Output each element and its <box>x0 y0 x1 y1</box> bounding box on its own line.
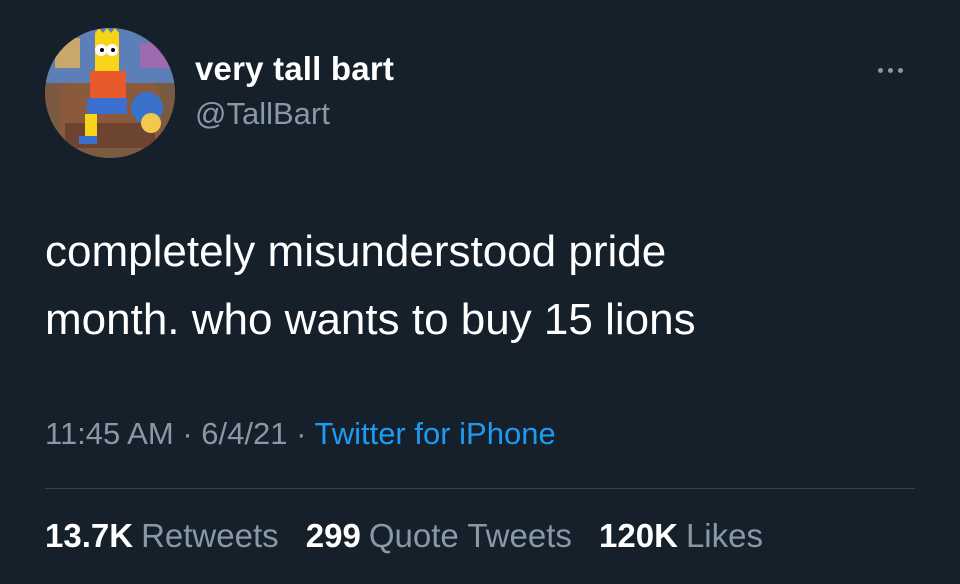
quote-tweets-count: 299 <box>305 517 361 554</box>
retweets-stat[interactable]: 13.7K Retweets <box>45 517 279 554</box>
likes-label: Likes <box>685 517 763 554</box>
more-dot <box>877 67 883 73</box>
more-dot <box>887 67 893 73</box>
avatar[interactable] <box>45 28 175 158</box>
quote-tweets-stat[interactable]: 299 Quote Tweets <box>306 517 572 554</box>
more-options-icon[interactable] <box>866 58 914 82</box>
tweet-stats: 13.7K Retweets 299 Quote Tweets 120K Likes <box>45 517 781 555</box>
author-handle[interactable]: @TallBart <box>195 96 330 132</box>
meta-separator: · <box>296 416 315 451</box>
more-dot <box>897 67 903 73</box>
retweets-count: 13.7K <box>45 517 134 554</box>
bart-simpson-avatar-icon <box>45 28 175 158</box>
author-display-name[interactable]: very tall bart <box>195 50 394 88</box>
retweets-label: Retweets <box>141 517 279 554</box>
likes-stat[interactable]: 120K Likes <box>599 517 763 554</box>
likes-count: 120K <box>599 517 678 554</box>
tweet-text: completely misunderstood pride month. wh… <box>45 227 696 344</box>
meta-separator: · <box>182 416 202 451</box>
tweet-source-link[interactable]: Twitter for iPhone <box>314 416 555 451</box>
tweet-card: very tall bart @TallBart completely misu… <box>0 0 960 584</box>
quote-tweets-label: Quote Tweets <box>368 517 572 554</box>
tweet-meta: 11:45 AM · 6/4/21 · Twitter for iPhone <box>45 416 556 452</box>
divider <box>45 488 915 489</box>
tweet-date[interactable]: 6/4/21 <box>201 416 287 451</box>
tweet-time[interactable]: 11:45 AM <box>45 416 174 451</box>
